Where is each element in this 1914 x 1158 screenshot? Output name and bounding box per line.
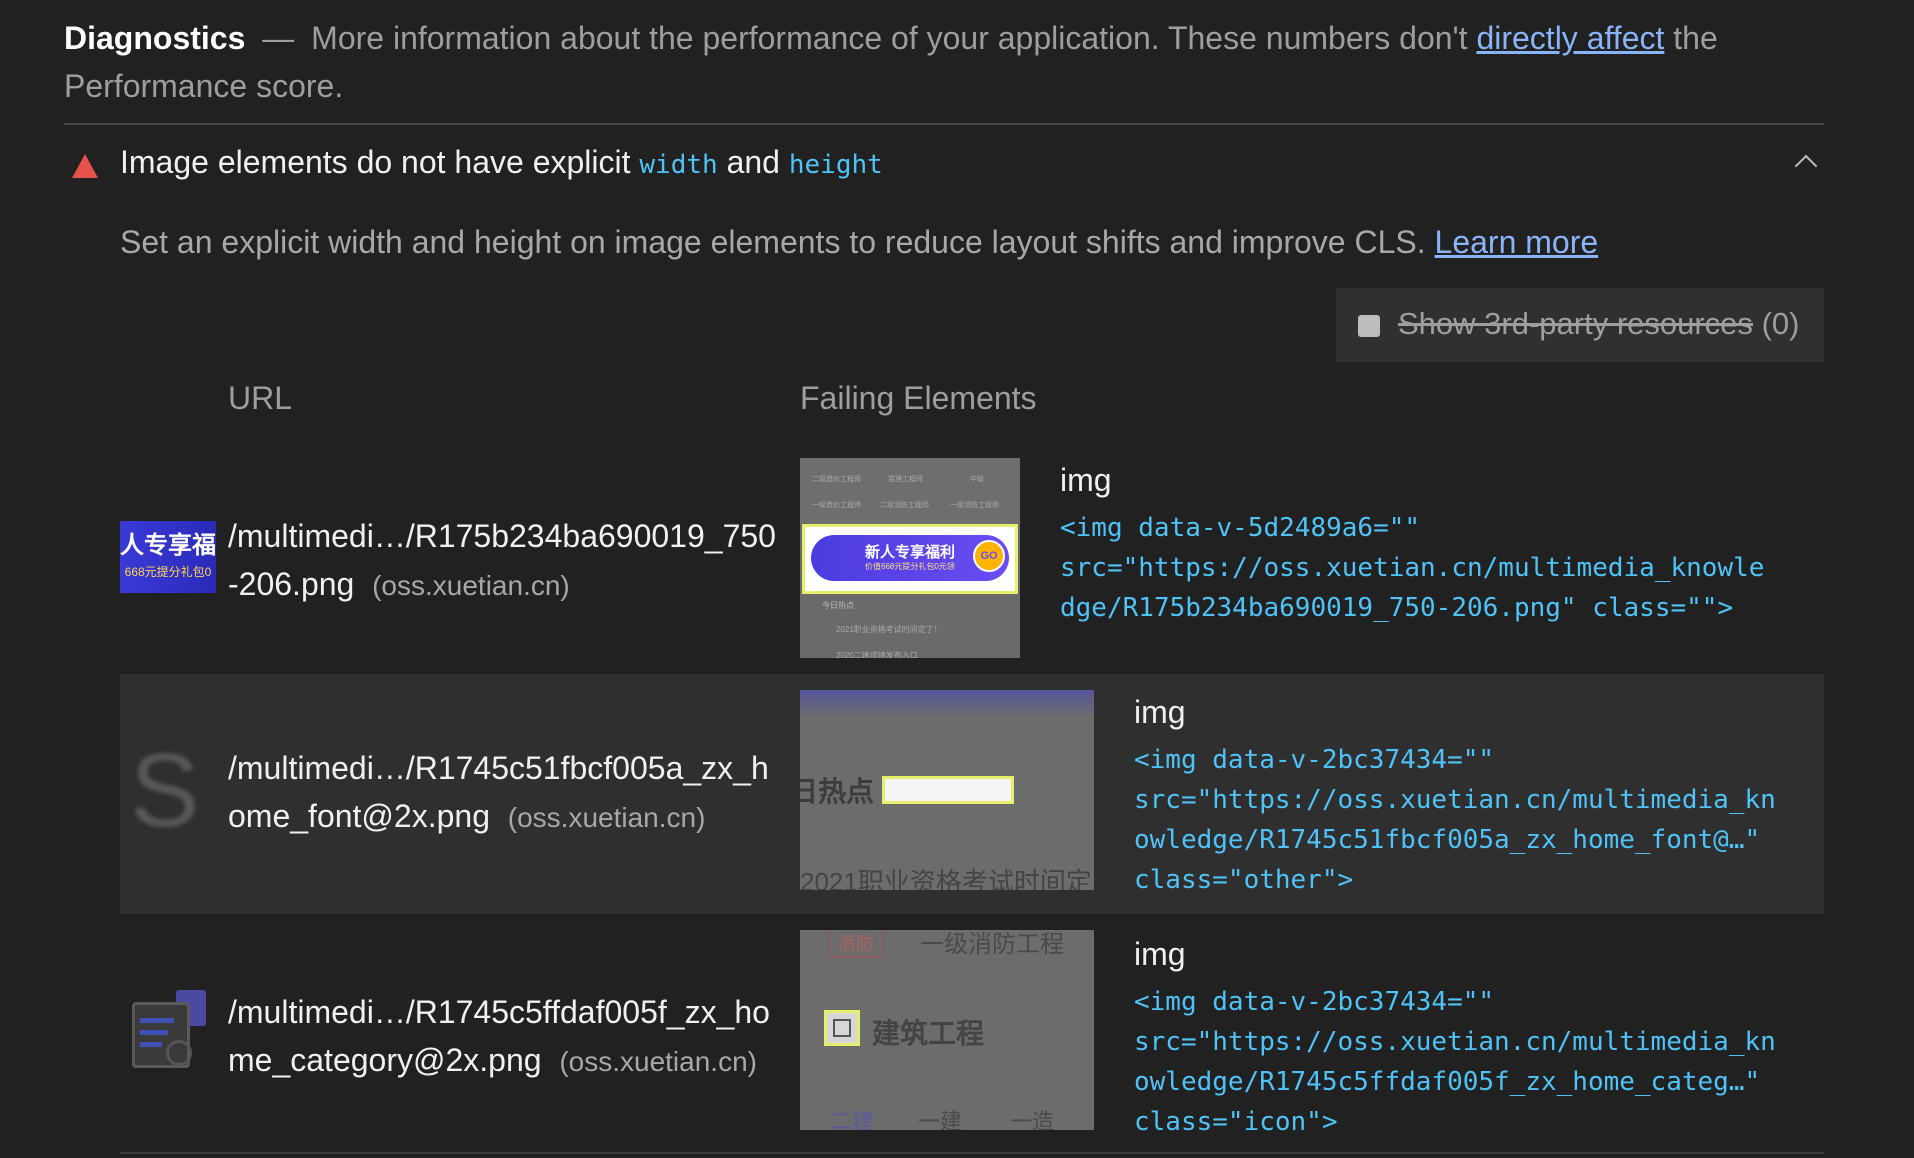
url-line-2: me_category@2x.png [228, 1042, 542, 1078]
screenshot-heading: 日热点 [800, 776, 875, 807]
thumb-line [140, 1030, 168, 1035]
url-cell: /multimedi…/R1745c51fbcf005a_zx_h ome_fo… [228, 744, 769, 842]
screenshot-nav: 二建 [830, 1109, 875, 1130]
thumb-badge-icon [166, 1040, 192, 1066]
screenshot-tab: 中级 [970, 476, 984, 483]
go-badge-label: GO [980, 550, 998, 562]
audit-header-toggle[interactable]: Image elements do not have explicit widt… [64, 140, 1824, 194]
screenshot-nav: 一造 [1010, 1109, 1055, 1130]
third-party-checkbox[interactable] [1358, 315, 1380, 337]
column-header-failing-elements: Failing Elements [800, 380, 1037, 416]
url-line-2: ome_font@2x.png [228, 798, 490, 834]
thumbnail-text: 人专享福 [120, 532, 216, 559]
screenshot-label: 建筑工程 [872, 1018, 985, 1049]
element-snippet[interactable]: <img data-v-2bc37434="" src="https://oss… [1134, 982, 1776, 1142]
audit-title-and: and [726, 144, 780, 180]
element-snippet[interactable]: <img data-v-5d2489a6="" src="https://oss… [1060, 508, 1764, 628]
url-thumbnail [120, 984, 216, 1080]
url-host: (oss.xuetian.cn) [372, 570, 570, 601]
thumb-line [140, 1018, 174, 1023]
screenshot-tab: 一级造价工程师 [812, 502, 861, 509]
element-type-label: img [1134, 936, 1186, 972]
diagnostics-header: Diagnostics — More information about the… [64, 14, 1824, 110]
url-host: (oss.xuetian.cn) [559, 1046, 757, 1077]
screenshot-tab: 二级消防工程师 [880, 502, 929, 509]
thumb-line [140, 1042, 162, 1047]
table-row: 人专享福 668元提分礼包0 /multimedi…/R175b234ba690… [120, 450, 1824, 670]
table-row: /multimedi…/R1745c5ffdaf005f_zx_ho me_ca… [120, 918, 1824, 1150]
banner-title: 新人专享福利 [865, 544, 956, 561]
screenshot-top-area [800, 458, 1020, 524]
category-icon-glyph [833, 1019, 851, 1037]
highlighted-font-image [882, 776, 1014, 804]
url-line-2: -206.png [228, 566, 355, 602]
table-row: S /multimedi…/R1745c51fbcf005a_zx_h ome_… [120, 674, 1824, 914]
screenshot-tab: 一级消防工程师 [950, 502, 999, 509]
url-line-1: /multimedi…/R1745c5ffdaf005f_zx_ho [228, 994, 770, 1030]
divider [64, 123, 1824, 125]
audit-title-text: Image elements do not have explicit [120, 144, 631, 180]
thumbnail-subtext: 668元提分礼包0 [124, 565, 212, 579]
element-screenshot: 消防 一级消防工程 建筑工程 二建 一建 一造 [800, 930, 1094, 1130]
diagnostics-title: Diagnostics [64, 20, 246, 56]
element-type-label: img [1060, 462, 1112, 498]
url-line-1: /multimedi…/R1745c51fbcf005a_zx_h [228, 750, 769, 786]
screenshot-section-title: 今日热点 [822, 601, 854, 610]
diagnostics-dash: — [262, 20, 295, 56]
screenshot-list-item: 2021职业资格考试时间定了！ [836, 625, 942, 634]
thumbnail-text: S [130, 736, 200, 846]
highlighted-banner: 新人专享福利 价值668元提分礼包0元领 GO [802, 524, 1018, 594]
go-badge: GO [973, 540, 1005, 572]
screenshot-nav: 一建 [918, 1109, 963, 1130]
third-party-filter[interactable]: Show 3rd-party resources (0) [1336, 288, 1824, 362]
url-thumbnail: 人专享福 668元提分礼包0 [120, 521, 216, 593]
screenshot-tab: 二级造价工程师 [812, 476, 861, 483]
audit-title: Image elements do not have explicit widt… [120, 144, 883, 181]
lighthouse-diagnostics-panel: Diagnostics — More information about the… [0, 0, 1914, 1158]
screenshot-text: 2021职业资格考试时间定 [800, 867, 1092, 890]
element-screenshot: 二级造价工程师 监理工程师 中级 一级造价工程师 二级消防工程师 一级消防工程师… [800, 458, 1020, 658]
audit-description: Set an explicit width and height on imag… [120, 224, 1598, 261]
url-thumbnail: S [120, 736, 216, 846]
url-cell: /multimedi…/R1745c5ffdaf005f_zx_ho me_ca… [228, 988, 770, 1086]
warning-triangle-icon [72, 154, 98, 178]
screenshot-top-bar [800, 690, 1094, 718]
learn-more-link[interactable]: Learn more [1435, 224, 1599, 260]
url-cell: /multimedi…/R175b234ba690019_750 -206.pn… [228, 512, 776, 610]
chevron-up-icon[interactable] [1794, 154, 1818, 178]
screenshot-list-item: 2020二建成绩发布入口 [836, 651, 918, 658]
url-host: (oss.xuetian.cn) [507, 802, 706, 833]
screenshot-tab: 监理工程师 [888, 476, 923, 483]
url-line-1: /multimedi…/R175b234ba690019_750 [228, 518, 776, 554]
element-screenshot: 日热点 2021职业资格考试时间定 [800, 690, 1094, 890]
third-party-label: Show 3rd-party resources (0) [1398, 306, 1799, 342]
diagnostics-description: More information about the performance o… [311, 20, 1468, 56]
third-party-label-text: Show 3rd-party resources [1398, 306, 1753, 341]
banner-subtitle: 价值668元提分礼包0元领 [865, 562, 955, 571]
code-width: width [639, 150, 718, 180]
element-type-label: img [1134, 694, 1186, 730]
table-bottom-border [120, 1152, 1824, 1154]
code-height: height [788, 150, 883, 180]
screenshot-tag: 消防 [828, 930, 884, 958]
audit-description-text: Set an explicit width and height on imag… [120, 224, 1426, 260]
element-snippet[interactable]: <img data-v-2bc37434="" src="https://oss… [1134, 740, 1776, 900]
highlighted-category-icon [824, 1010, 860, 1046]
directly-affect-link[interactable]: directly affect [1476, 20, 1664, 56]
column-header-url: URL [228, 380, 293, 416]
screenshot-heading: 一级消防工程 [920, 931, 1064, 958]
third-party-count: (0) [1761, 306, 1800, 341]
